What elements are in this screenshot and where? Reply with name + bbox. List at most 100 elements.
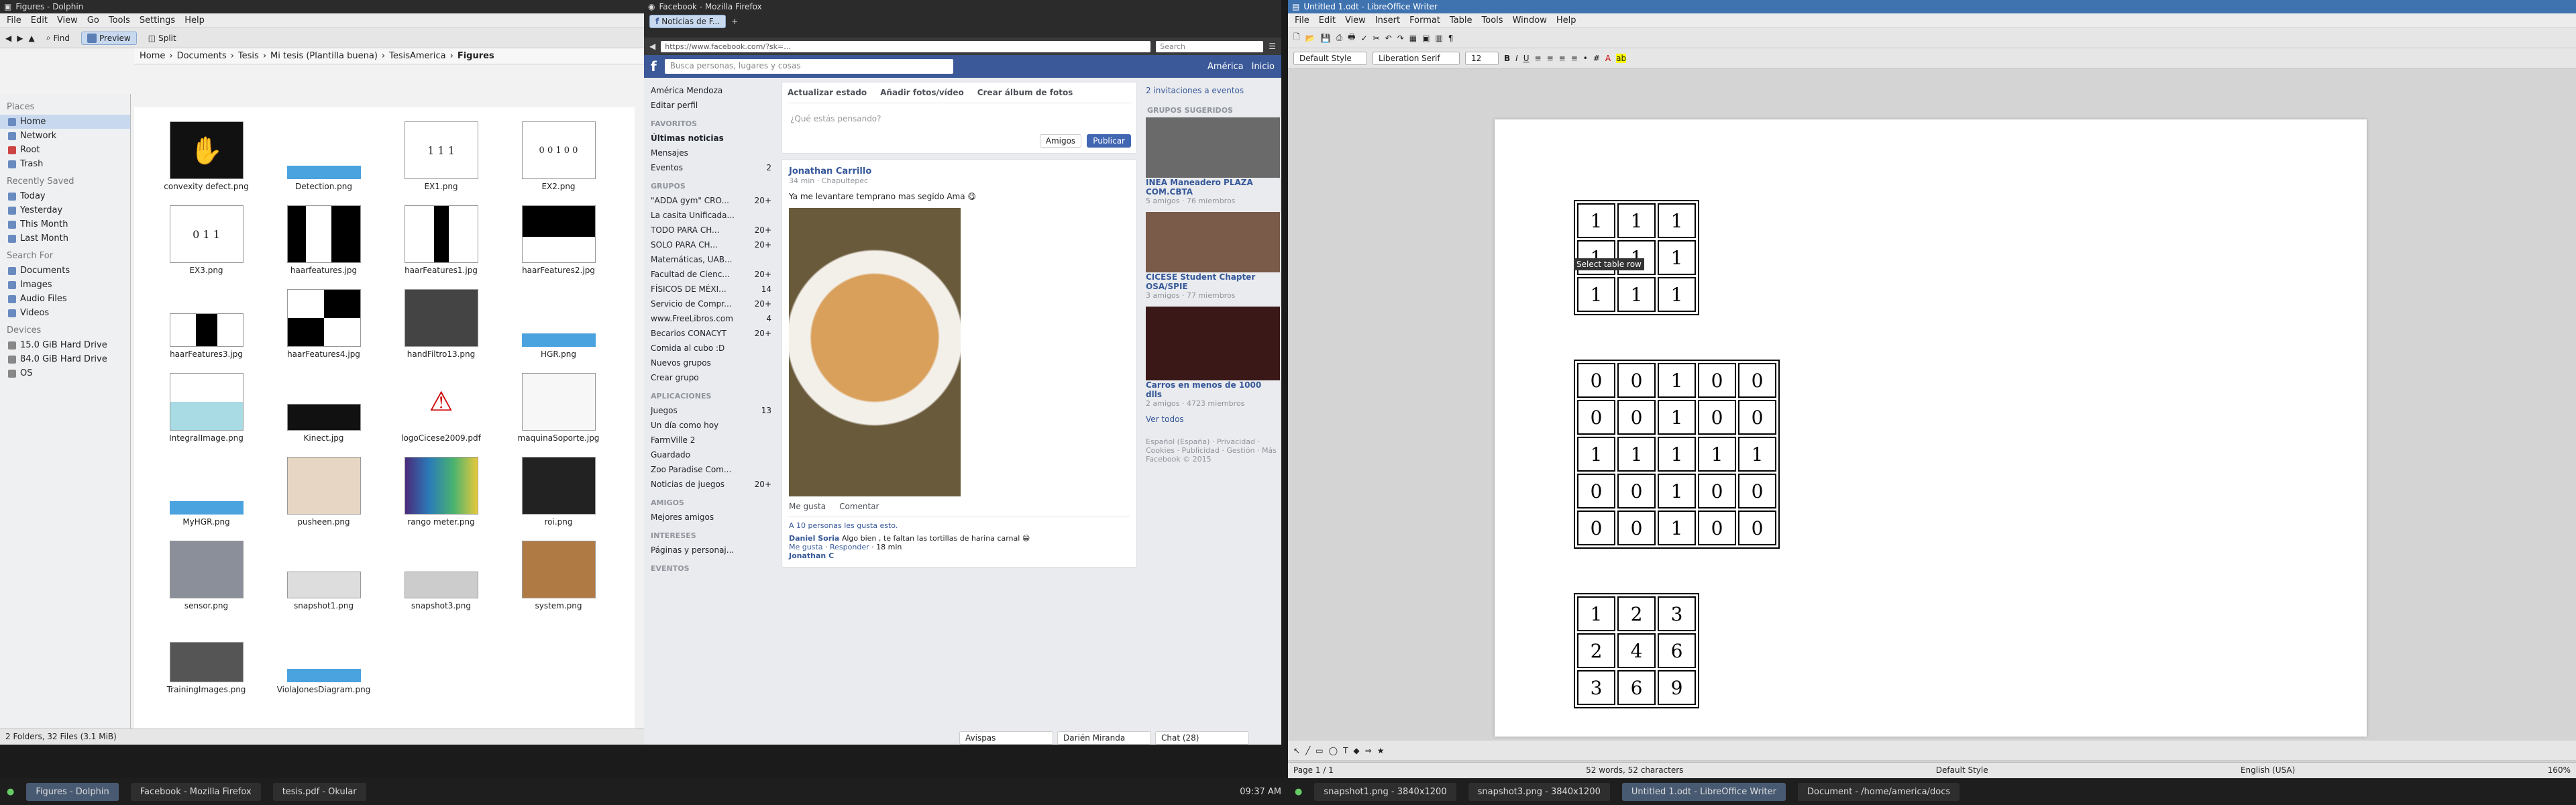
group-item[interactable]: Matemáticas, UAB... xyxy=(649,252,773,267)
file-item[interactable]: handFiltro13.png xyxy=(382,278,500,362)
file-item[interactable]: haarFeatures4.jpg xyxy=(265,278,382,362)
new-tab-button[interactable]: + xyxy=(731,17,738,26)
undo-icon[interactable]: ↶ xyxy=(1385,34,1392,43)
file-item[interactable]: haarfeatures.jpg xyxy=(265,194,382,278)
add-photo-tab[interactable]: Añadir fotos/vídeo xyxy=(880,88,964,97)
star-icon[interactable]: ★ xyxy=(1377,746,1385,755)
cell[interactable]: 1 xyxy=(1617,203,1656,238)
group-item[interactable]: "ADDA gym" CRO... 20+ xyxy=(649,193,773,208)
file-item[interactable]: ⚠ logoCicese2009.pdf xyxy=(382,362,500,445)
menu-insert[interactable]: Insert xyxy=(1375,15,1400,25)
cell[interactable]: 6 xyxy=(1658,633,1696,668)
search-videos[interactable]: Videos xyxy=(0,306,130,320)
cell[interactable]: 6 xyxy=(1617,670,1656,705)
recent-this-month[interactable]: This Month xyxy=(0,217,130,231)
preview-button[interactable]: Preview xyxy=(81,31,137,45)
forward-icon[interactable]: ▶ xyxy=(17,34,23,43)
file-item[interactable]: HGR.png xyxy=(500,278,617,362)
nav-item[interactable]: Mensajes xyxy=(649,146,773,160)
home-link[interactable]: Inicio xyxy=(1252,62,1275,72)
app-item[interactable]: Un día como hoy xyxy=(649,418,773,433)
table-row[interactable]: 111 xyxy=(1577,277,1696,312)
align-center-icon[interactable]: ≡ xyxy=(1547,54,1554,63)
file-item[interactable]: snapshot1.png xyxy=(265,529,382,613)
menu-go[interactable]: Go xyxy=(87,15,99,25)
post-author[interactable]: Jonathan Carrillo xyxy=(789,166,1130,176)
cell[interactable]: 1 xyxy=(1658,511,1696,545)
left-user[interactable]: América Mendoza xyxy=(649,83,773,98)
cell[interactable]: 0 xyxy=(1738,474,1776,508)
image-icon[interactable]: ▣ xyxy=(1422,34,1430,43)
find-button[interactable]: ⌕ Find xyxy=(40,31,76,45)
group-item[interactable]: Comida al cubo :D xyxy=(649,341,773,356)
crumb-home[interactable]: Home xyxy=(140,51,165,61)
menu-file[interactable]: File xyxy=(1295,15,1309,25)
cell[interactable]: 0 xyxy=(1698,474,1736,508)
file-item[interactable]: Kinect.jpg xyxy=(265,362,382,445)
arrows-icon[interactable]: ⇒ xyxy=(1365,746,1372,755)
url-bar[interactable]: https://www.facebook.com/?sk=... xyxy=(661,40,1151,52)
start-menu-icon[interactable]: ● xyxy=(7,787,14,797)
create-album-tab[interactable]: Crear álbum de fotos xyxy=(977,88,1073,97)
suggested-group[interactable]: Carros en menos de 1000 dlls 2 amigos · 4… xyxy=(1146,307,1280,408)
event-invites[interactable]: 2 invitaciones a eventos xyxy=(1146,82,1280,99)
menu-settings[interactable]: Settings xyxy=(140,15,175,25)
chat-tab-main[interactable]: Chat (28) xyxy=(1155,731,1249,745)
cell[interactable]: 1 xyxy=(1738,437,1776,472)
file-item[interactable]: haarFeatures1.jpg xyxy=(382,194,500,278)
file-item[interactable]: MyHGR.png xyxy=(148,445,265,529)
back-icon[interactable]: ◀ xyxy=(5,34,11,43)
print-icon[interactable]: 🖶 xyxy=(1348,31,1355,45)
file-item[interactable]: roi.png xyxy=(500,445,617,529)
table-3x3-multiplication[interactable]: 123 246 369 xyxy=(1574,593,1699,708)
justify-icon[interactable]: ≡ xyxy=(1571,54,1578,63)
cell[interactable]: 1 xyxy=(1658,277,1696,312)
menu-view[interactable]: View xyxy=(57,15,78,25)
update-status-tab[interactable]: Actualizar estado xyxy=(788,88,867,97)
app-item[interactable]: Juegos 13 xyxy=(649,403,773,418)
cell[interactable]: 1 xyxy=(1698,437,1736,472)
cell[interactable]: 0 xyxy=(1617,400,1656,435)
cell[interactable]: 1 xyxy=(1658,203,1696,238)
table-icon[interactable]: ▦ xyxy=(1409,34,1417,43)
cell[interactable]: 2 xyxy=(1617,596,1656,631)
cell[interactable]: 0 xyxy=(1698,511,1736,545)
facebook-logo-icon[interactable]: f xyxy=(651,58,657,74)
cell[interactable]: 0 xyxy=(1698,400,1736,435)
italic-icon[interactable]: I xyxy=(1515,54,1518,63)
like-button[interactable]: Me gusta xyxy=(789,502,826,511)
document-page[interactable]: 111 111 111 Select table row 00100 00100… xyxy=(1495,119,2367,737)
file-item[interactable]: maquinaSoporte.jpg xyxy=(500,362,617,445)
crumb-tesisamerica[interactable]: TesisAmerica xyxy=(389,51,446,61)
group-item[interactable]: Facultad de Cienc... 20+ xyxy=(649,267,773,282)
app-item[interactable]: Zoo Paradise Com... xyxy=(649,462,773,477)
group-item[interactable]: SOLO PARA CH... 20+ xyxy=(649,237,773,252)
table-row[interactable]: 00100 xyxy=(1577,363,1776,398)
table-row[interactable]: 123 xyxy=(1577,596,1696,631)
group-item[interactable]: www.FreeLibros.com 4 xyxy=(649,311,773,326)
cell[interactable]: 1 xyxy=(1577,596,1615,631)
file-item[interactable]: snapshot3.png xyxy=(382,529,500,613)
cell[interactable]: 0 xyxy=(1738,363,1776,398)
underline-icon[interactable]: U xyxy=(1523,54,1529,63)
writer-titlebar[interactable]: ▤ Untitled 1.odt - LibreOffice Writer xyxy=(1288,0,2576,13)
group-item[interactable]: TODO PARA CH... 20+ xyxy=(649,223,773,237)
file-item[interactable]: ✋ convexity defect.png xyxy=(148,110,265,194)
group-item[interactable]: Crear grupo xyxy=(649,370,773,385)
task-okular[interactable]: tesis.pdf - Okular xyxy=(272,782,366,801)
file-item[interactable]: rango meter.png xyxy=(382,445,500,529)
post-photo[interactable] xyxy=(789,208,961,496)
device-os[interactable]: OS xyxy=(0,366,130,380)
dolphin-titlebar[interactable]: ▣ Figures - Dolphin xyxy=(0,0,644,13)
numbering-icon[interactable]: # xyxy=(1593,54,1600,63)
menu-edit[interactable]: Edit xyxy=(31,15,48,25)
cell[interactable]: 1 xyxy=(1658,363,1696,398)
file-item[interactable]: 1 1 1 EX1.png xyxy=(382,110,500,194)
file-item[interactable]: haarFeatures3.jpg xyxy=(148,278,265,362)
app-item[interactable]: Guardado xyxy=(649,447,773,462)
task-snapshot1[interactable]: snapshot1.png - 3840x1200 xyxy=(1314,782,1456,801)
comment-author[interactable]: Daniel Soria xyxy=(789,534,839,543)
composer-input[interactable]: ¿Qué estás pensando? xyxy=(788,103,1131,134)
cell[interactable]: 0 xyxy=(1698,363,1736,398)
split-button[interactable]: ◫ Split xyxy=(142,32,182,45)
